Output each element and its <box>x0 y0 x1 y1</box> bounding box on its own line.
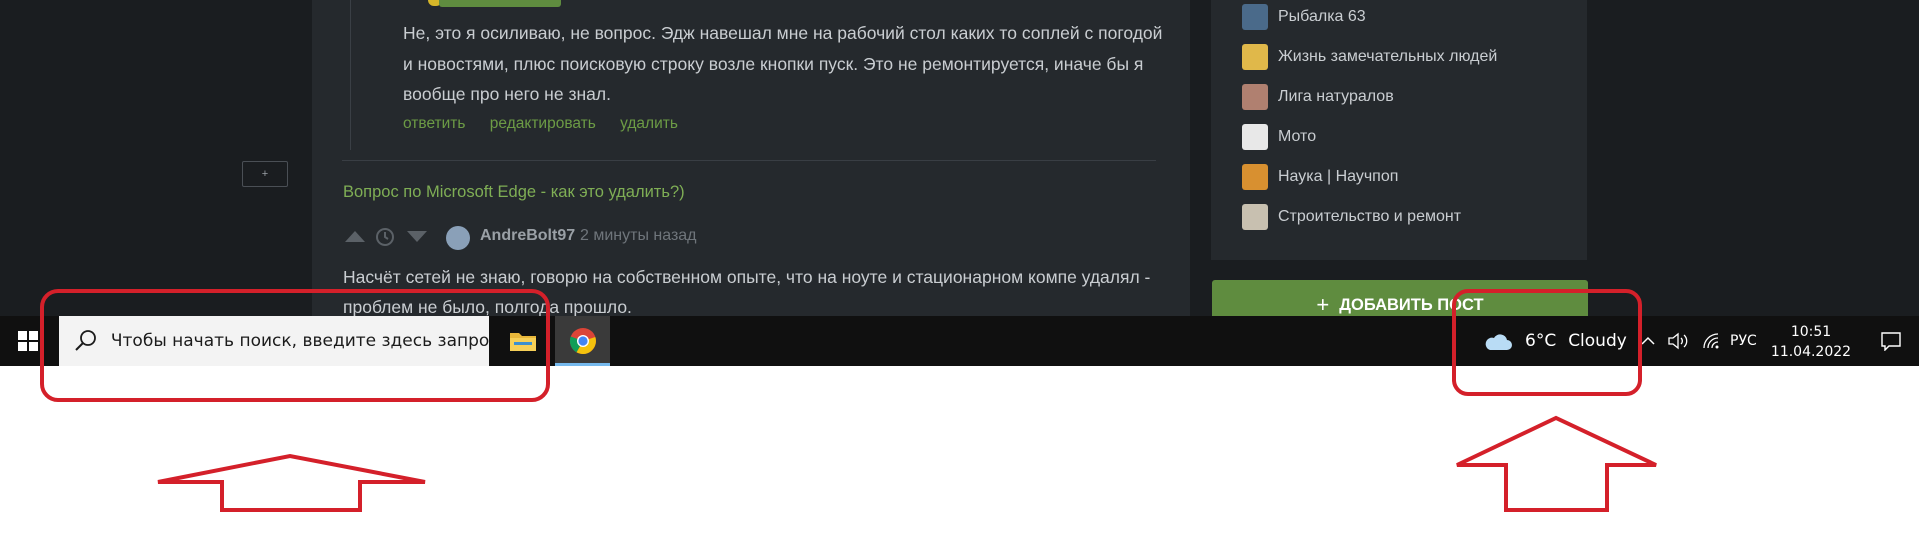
active-app-indicator <box>555 363 610 366</box>
input-language[interactable]: РУС <box>1730 316 1757 366</box>
windows-logo-icon <box>18 331 38 351</box>
community-item-fishing[interactable]: Рыбалка 63 <box>1242 4 1366 30</box>
comment-author[interactable]: AndreBolt97 <box>480 227 575 245</box>
downvote-icon[interactable] <box>405 226 429 246</box>
reply-action-edit[interactable]: редактировать <box>490 115 596 132</box>
community-item-science[interactable]: Наука | Научпоп <box>1242 164 1398 190</box>
clock-time: 10:51 <box>1790 324 1832 340</box>
cloud-icon <box>1485 334 1512 350</box>
network-button[interactable] <box>1698 316 1724 366</box>
post-link[interactable]: Вопрос по Microsoft Edge - как это удали… <box>343 183 685 202</box>
add-post-label: ДОБАВИТЬ ПОСТ <box>1339 295 1484 314</box>
reply-action-answer[interactable]: ответить <box>403 115 465 132</box>
clock-date: 11.04.2022 <box>1770 344 1852 360</box>
comment-text: Насчёт сетей не знаю, говорю на собствен… <box>343 267 1151 317</box>
author-avatar[interactable] <box>446 226 470 250</box>
search-box[interactable] <box>59 316 489 366</box>
weather-temp: 6°C <box>1525 331 1557 351</box>
search-icon <box>75 330 96 351</box>
wifi-icon <box>1703 333 1719 349</box>
construction-community-icon <box>1242 204 1268 230</box>
community-label: Рыбалка 63 <box>1278 8 1366 25</box>
save-clock-icon[interactable] <box>374 226 396 248</box>
science-community-icon <box>1242 164 1268 190</box>
search-input[interactable] <box>110 331 489 351</box>
notification-icon <box>1881 332 1901 351</box>
clock[interactable]: 10:51 11.04.2022 <box>1770 322 1852 362</box>
start-button[interactable] <box>0 316 56 366</box>
weather-arrow <box>1456 415 1657 512</box>
show-hidden-icons-button[interactable] <box>1637 316 1659 366</box>
windows-taskbar: 6°C Cloudy РУС 10:51 11 <box>0 316 1919 366</box>
reply-actions: ответить редактировать удалить <box>403 115 698 133</box>
moto-community-icon <box>1242 124 1268 150</box>
upvote-icon[interactable] <box>343 226 367 246</box>
reply-action-delete[interactable]: удалить <box>620 115 678 132</box>
community-item-construction[interactable]: Строительство и ремонт <box>1242 204 1461 230</box>
taskbar-app-file-explorer[interactable] <box>495 316 550 366</box>
community-label: Лига натуралов <box>1278 88 1394 105</box>
volume-button[interactable] <box>1664 316 1692 366</box>
community-label: Строительство и ремонт <box>1278 208 1462 225</box>
thread-line <box>350 0 351 150</box>
comment-time: 2 минуты назад <box>580 227 697 244</box>
folder-icon <box>509 333 536 351</box>
community-item-people[interactable]: Жизнь замечательных людей <box>1242 44 1497 70</box>
reply-author-badge <box>439 0 561 7</box>
taskbar-app-chrome[interactable] <box>555 316 610 366</box>
naturalists-community-icon <box>1242 84 1268 110</box>
search-arrow <box>157 453 426 512</box>
weather-widget[interactable]: 6°C Cloudy <box>1483 316 1627 366</box>
community-item-moto[interactable]: Мото <box>1242 124 1316 150</box>
page-left-margin: + <box>0 0 312 316</box>
community-label: Жизнь замечательных людей <box>1278 48 1498 65</box>
people-community-icon <box>1242 44 1268 70</box>
volume-icon <box>1668 332 1688 350</box>
community-label: Наука | Научпоп <box>1278 168 1399 185</box>
comment-divider <box>342 160 1156 161</box>
fishing-community-icon <box>1242 4 1268 30</box>
desktop-screen: + Не, это я осиливаю, не вопрос. Эдж нав… <box>0 0 1919 366</box>
chevron-up-icon <box>1641 336 1655 345</box>
weather-condition: Cloudy <box>1568 331 1627 351</box>
plus-icon: + <box>1316 292 1330 317</box>
collapse-thread-button[interactable]: + <box>242 161 288 187</box>
community-item-naturalists[interactable]: Лига натуралов <box>1242 84 1394 110</box>
chrome-icon <box>569 328 596 355</box>
reply-text: Не, это я осиливаю, не вопрос. Эдж навеш… <box>403 23 1163 104</box>
notification-center-button[interactable] <box>1866 316 1916 366</box>
community-label: Мото <box>1278 128 1317 145</box>
